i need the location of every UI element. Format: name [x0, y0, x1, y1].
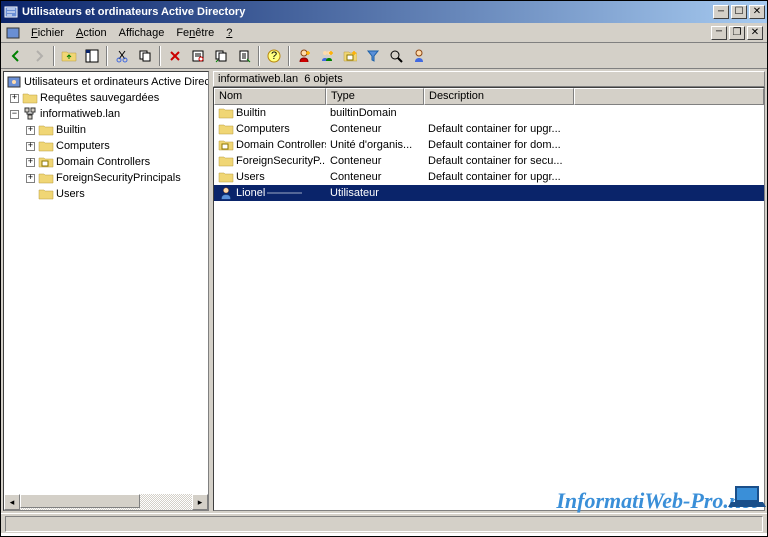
window-titlebar: Utilisateurs et ordinateurs Active Direc… — [1, 1, 767, 23]
list-panel: informatiweb.lan 6 objets Nom Type Descr… — [213, 71, 765, 511]
menu-action[interactable]: Action — [70, 25, 113, 41]
refresh-button[interactable] — [210, 45, 232, 67]
up-button[interactable] — [58, 45, 80, 67]
cell-type: Conteneur — [326, 171, 424, 183]
filter-button[interactable] — [362, 45, 384, 67]
maximize-button[interactable]: ☐ — [731, 5, 747, 19]
tree-computers[interactable]: + Computers — [6, 138, 206, 154]
status-bar — [1, 513, 767, 533]
tree-builtin[interactable]: + Builtin — [6, 122, 206, 138]
cell-name: Builtin — [214, 106, 326, 120]
ou-folder-icon — [38, 154, 54, 170]
status-cell — [5, 516, 763, 532]
delete-button[interactable] — [164, 45, 186, 67]
cell-name: Computers — [214, 122, 326, 136]
folder-icon — [22, 90, 38, 106]
tree-domain-controllers[interactable]: + Domain Controllers — [6, 154, 206, 170]
mdi-restore-button[interactable]: ❐ — [729, 26, 745, 40]
new-user-button[interactable] — [293, 45, 315, 67]
col-type[interactable]: Type — [326, 88, 424, 105]
menu-file[interactable]: Fichier — [25, 25, 70, 41]
folder-icon — [38, 122, 54, 138]
folder-icon — [38, 138, 54, 154]
forward-button[interactable] — [28, 45, 50, 67]
find-button[interactable] — [385, 45, 407, 67]
list-row[interactable]: LionelUtilisateur — [214, 185, 764, 201]
col-desc[interactable]: Description — [424, 88, 574, 105]
mdi-system-icon[interactable] — [5, 25, 21, 41]
list-row[interactable]: UsersConteneurDefault container for upgr… — [214, 169, 764, 185]
cell-type: Unité d'organis... — [326, 139, 424, 151]
help-button[interactable]: ? — [263, 45, 285, 67]
tree-panel: Utilisateurs et ordinateurs Active Direc… — [3, 71, 209, 511]
cell-name: Domain Controllers — [214, 138, 326, 152]
mdi-minimize-button[interactable]: ─ — [711, 26, 727, 40]
column-headers: Nom Type Description — [214, 88, 764, 105]
main-area: Utilisateurs et ordinateurs Active Direc… — [1, 69, 767, 513]
domain-icon — [22, 106, 38, 122]
scroll-right-button[interactable]: ▸ — [192, 494, 208, 510]
menu-bar: Fichier Action Affichage Fenêtre ? ─ ❐ ✕ — [1, 23, 767, 43]
menu-window[interactable]: Fenêtre — [170, 25, 220, 41]
cell-name: Users — [214, 170, 326, 184]
svg-text:?: ? — [271, 50, 277, 62]
expander-icon[interactable]: + — [26, 158, 35, 167]
aduc-icon — [6, 74, 22, 90]
cell-desc: Default container for upgr... — [424, 123, 574, 135]
scroll-left-button[interactable]: ◂ — [4, 494, 20, 510]
list-row[interactable]: ForeignSecurityP...ConteneurDefault cont… — [214, 153, 764, 169]
tree-root[interactable]: Utilisateurs et ordinateurs Active Direc — [6, 74, 206, 90]
cut-button[interactable] — [111, 45, 133, 67]
col-name[interactable]: Nom — [214, 88, 326, 105]
expander-icon[interactable]: + — [26, 126, 35, 135]
list-row[interactable]: Domain ControllersUnité d'organis...Defa… — [214, 137, 764, 153]
new-group-button[interactable] — [316, 45, 338, 67]
add-to-group-button[interactable] — [408, 45, 430, 67]
cell-type: builtinDomain — [326, 107, 424, 119]
show-hide-tree-button[interactable] — [81, 45, 103, 67]
cell-name: ForeignSecurityP... — [214, 154, 326, 168]
expander-icon[interactable]: + — [26, 142, 35, 151]
close-button[interactable]: ✕ — [749, 5, 765, 19]
expander-icon[interactable]: − — [10, 110, 19, 119]
folder-icon — [38, 186, 54, 202]
cell-type: Conteneur — [326, 155, 424, 167]
folder-icon — [38, 170, 54, 186]
menu-view[interactable]: Affichage — [113, 25, 171, 41]
window-title: Utilisateurs et ordinateurs Active Direc… — [22, 6, 713, 18]
minimize-button[interactable]: ─ — [713, 5, 729, 19]
tree-fsp[interactable]: + ForeignSecurityPrincipals — [6, 170, 206, 186]
list-row[interactable]: ComputersConteneurDefault container for … — [214, 121, 764, 137]
cell-type: Utilisateur — [326, 187, 424, 199]
menu-help[interactable]: ? — [220, 25, 238, 41]
export-button[interactable] — [233, 45, 255, 67]
list-view: Nom Type Description BuiltinbuiltinDomai… — [213, 87, 765, 511]
new-ou-button[interactable] — [339, 45, 361, 67]
cell-desc: Default container for dom... — [424, 139, 574, 151]
window-buttons: ─ ☐ ✕ — [713, 5, 765, 19]
cell-name: Lionel — [214, 186, 326, 200]
cell-desc: Default container for upgr... — [424, 171, 574, 183]
toolbar: ? — [1, 43, 767, 69]
copy-button[interactable] — [134, 45, 156, 67]
tree-users[interactable]: Users — [6, 186, 206, 202]
expander-icon[interactable]: + — [26, 174, 35, 183]
list-path-header: informatiweb.lan 6 objets — [213, 71, 765, 87]
tree-saved-queries[interactable]: + Requêtes sauvegardées — [6, 90, 206, 106]
back-button[interactable] — [5, 45, 27, 67]
tree-hscrollbar[interactable]: ◂ ▸ — [4, 494, 208, 510]
list-row[interactable]: BuiltinbuiltinDomain — [214, 105, 764, 121]
expander-icon[interactable]: + — [10, 94, 19, 103]
cell-desc: Default container for secu... — [424, 155, 574, 167]
tree-domain[interactable]: − informatiweb.lan — [6, 106, 206, 122]
app-icon — [3, 4, 19, 20]
mdi-close-button[interactable]: ✕ — [747, 26, 763, 40]
properties-button[interactable] — [187, 45, 209, 67]
cell-type: Conteneur — [326, 123, 424, 135]
col-filler — [574, 88, 764, 105]
